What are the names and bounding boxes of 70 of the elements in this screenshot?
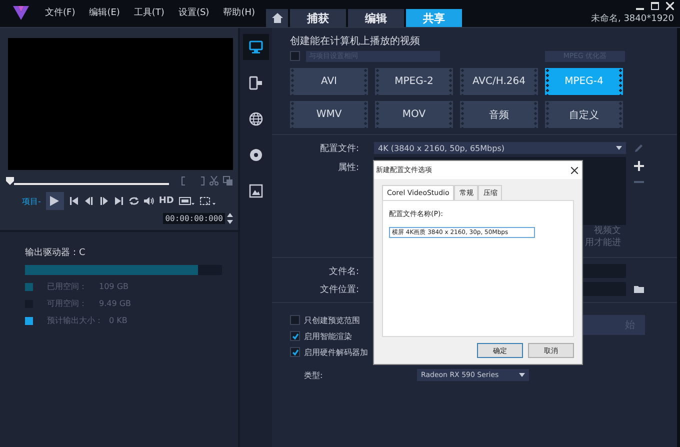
crop-icon[interactable] — [200, 196, 216, 206]
playhead-icon[interactable] — [6, 177, 14, 185]
legend-value: 0 KB — [109, 316, 128, 325]
volume-icon[interactable] — [144, 196, 154, 206]
repeat-icon[interactable] — [128, 196, 139, 206]
disc-icon — [249, 148, 263, 162]
close-icon[interactable] — [571, 166, 578, 174]
mode-label[interactable]: 项目- — [22, 196, 41, 206]
maximize-icon[interactable] — [651, 2, 659, 10]
menu-item[interactable]: 文件(F) — [38, 6, 82, 19]
tab[interactable]: 捕获 — [290, 9, 346, 27]
checkbox[interactable] — [290, 331, 300, 341]
properties-text: 视频文 — [594, 225, 621, 237]
checkbox[interactable] — [290, 315, 300, 325]
format-button[interactable]: AVI — [290, 68, 368, 95]
skip-end-icon[interactable] — [114, 196, 124, 206]
option-label: 启用智能渲染 — [304, 330, 352, 342]
legend-label: 可用空间： — [47, 298, 88, 309]
field-label: 配置文件: — [318, 142, 360, 154]
checkbox[interactable] — [290, 51, 300, 61]
format-button[interactable]: WMV — [290, 101, 368, 128]
format-button[interactable]: AVC/H.264 — [460, 68, 538, 95]
image-icon — [249, 184, 263, 198]
format-button[interactable]: 音频 — [460, 101, 538, 128]
logo-icon — [12, 5, 30, 21]
home-icon — [272, 13, 282, 23]
skip-start-icon[interactable] — [68, 196, 79, 206]
scissors-icon[interactable] — [209, 176, 219, 186]
play-button[interactable] — [46, 192, 64, 210]
legend-value: 9.49 GB — [99, 299, 132, 308]
globe-icon — [249, 112, 263, 126]
step-forward-icon[interactable] — [98, 196, 109, 206]
field-label: 文件名: — [328, 266, 360, 278]
timecode[interactable]: 00:00:00:000 — [163, 213, 225, 224]
field-label: 属性: — [336, 162, 360, 174]
field-label: 文件位置: — [318, 284, 360, 296]
device-icon — [249, 76, 263, 90]
option-label: 只创建预览范围 — [304, 314, 360, 326]
plus-icon[interactable] — [634, 161, 644, 171]
project-info: 未命名, 3840*1920 — [590, 12, 674, 25]
step-back-icon[interactable] — [84, 196, 94, 206]
caret-icon — [616, 146, 622, 150]
tab[interactable]: 编辑 — [348, 9, 404, 27]
snapshot-icon[interactable] — [223, 176, 233, 186]
checkbox[interactable] — [290, 347, 300, 357]
section-heading: 创建能在计算机上播放的视频 — [290, 34, 421, 48]
option-label: 启用硬件解码器加 — [304, 346, 368, 358]
format-button[interactable]: 自定义 — [545, 101, 623, 128]
drive-label: 输出驱动器：C — [25, 246, 86, 259]
menu-item[interactable]: 帮助(H) — [216, 6, 262, 19]
aspect-ratio-icon[interactable] — [178, 196, 195, 206]
properties-text: 用才能进 — [585, 237, 621, 249]
spinner-icon[interactable] — [227, 213, 233, 224]
menu-item[interactable]: 设置(S) — [171, 6, 216, 19]
menu-item[interactable]: 编辑(E) — [82, 6, 127, 19]
menu-item[interactable]: 工具(T) — [126, 6, 172, 19]
format-button[interactable]: MPEG-2 — [375, 68, 453, 95]
legend-label: 已用空间： — [47, 281, 88, 292]
monitor-icon — [249, 40, 263, 54]
hd-label[interactable]: HD — [158, 196, 174, 206]
home-tab[interactable] — [266, 9, 288, 27]
category-tab[interactable] — [243, 34, 269, 60]
legend-label: 预计输出大小： — [47, 315, 103, 326]
play-icon — [50, 196, 60, 206]
profile-dropdown[interactable]: 4K (3840 x 2160, 50p, 65Mbps) — [374, 142, 626, 154]
format-button[interactable]: MOV — [375, 101, 453, 128]
folder-icon[interactable] — [634, 284, 644, 294]
type-label: 类型: — [304, 370, 324, 380]
legend-value: 109 GB — [99, 282, 128, 291]
caret-icon — [519, 373, 525, 377]
